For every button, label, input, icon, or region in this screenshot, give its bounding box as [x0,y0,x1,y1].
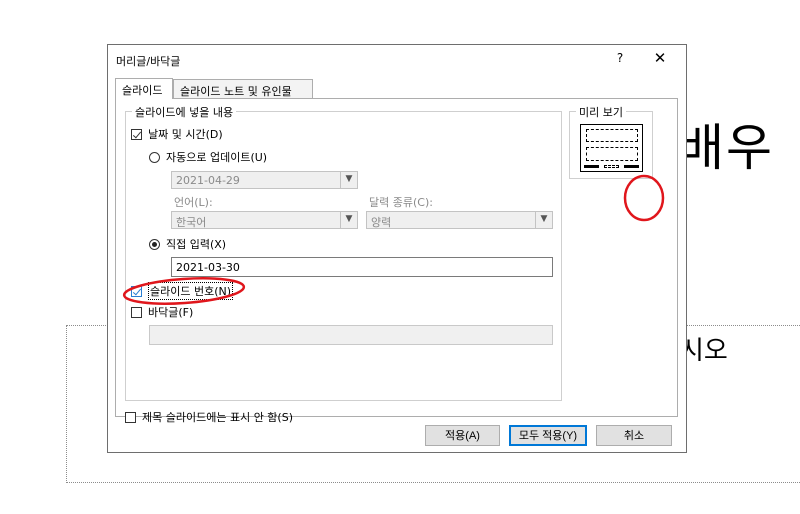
language-label: 언어(L): [174,196,213,209]
fixed-radio[interactable] [149,238,160,250]
fixed-option[interactable]: 직접 입력(X) [149,236,226,252]
tab-slide[interactable]: 슬라이드 [115,78,173,99]
auto-date-value: 2021-04-29 [176,174,240,187]
title-slide-checkbox[interactable] [125,411,136,423]
chevron-down-icon: ▼ [340,212,357,228]
auto-date-dropdown[interactable]: 2021-04-29 ▼ [171,171,358,189]
slide-title-fragment: 배우 [678,119,774,177]
help-button[interactable]: ? [610,51,630,69]
preview-page [580,124,643,172]
include-group-label: 슬라이드에 넣을 내용 [132,104,237,120]
preview-title-placeholder [586,129,638,142]
fixed-date-input[interactable]: 2021-03-30 [171,257,553,277]
datetime-label: 날짜 및 시간(D) [148,128,223,141]
fixed-label: 직접 입력(X) [166,238,227,251]
preview-number-marker [624,165,639,168]
calendar-value: 양력 [371,216,392,229]
slide-number-checkbox[interactable] [131,285,142,297]
footer-input[interactable] [149,325,553,345]
language-dropdown[interactable]: 한국어 ▼ [171,211,358,229]
close-button[interactable]: ✕ [648,49,672,69]
header-footer-dialog: 머리글/바닥글 ? ✕ 슬라이드 슬라이드 노트 및 유인물 슬라이드에 넣을 … [107,44,687,453]
language-value: 한국어 [176,216,207,229]
auto-update-radio[interactable] [149,151,160,163]
slide-number-option[interactable]: 슬라이드 번호(N) [131,282,234,300]
auto-update-option[interactable]: 자동으로 업데이트(U) [149,149,267,165]
calendar-dropdown[interactable]: 양력 ▼ [366,211,553,229]
footer-checkbox[interactable] [131,306,142,318]
slide-tab-panel: 슬라이드에 넣을 내용 날짜 및 시간(D) 자동으로 업데이트(U) 2021… [115,98,678,424]
tab-notes-handouts[interactable]: 슬라이드 노트 및 유인물 [173,79,313,98]
preview-date-marker [584,165,599,168]
footer-option[interactable]: 바닥글(F) [131,304,193,320]
apply-button[interactable]: 적용(A) [425,425,500,446]
dialog-titlebar[interactable]: 머리글/바닥글 ? ✕ [108,45,686,73]
tab-notes-handouts-label: 슬라이드 노트 및 유인물 [180,85,292,98]
chevron-down-icon: ▼ [340,172,357,188]
datetime-checkbox[interactable] [131,128,142,140]
title-slide-option[interactable]: 제목 슬라이드에는 표시 안 함(S) [125,409,293,425]
auto-update-label: 자동으로 업데이트(U) [166,151,268,164]
cancel-button[interactable]: 취소 [596,425,672,446]
slide-number-label: 슬라이드 번호(N) [148,282,234,300]
footer-label: 바닥글(F) [148,306,194,319]
apply-all-button[interactable]: 모두 적용(Y) [509,425,587,446]
tab-slide-label: 슬라이드 [122,84,163,97]
title-slide-label: 제목 슬라이드에는 표시 안 함(S) [142,411,293,424]
preview-group: 미리 보기 [569,104,653,179]
calendar-label: 달력 종류(C): [369,196,433,209]
preview-body-placeholder [586,147,638,161]
slide-subtitle-fragment: 시오 [680,336,728,366]
preview-label: 미리 보기 [576,104,626,120]
datetime-option[interactable]: 날짜 및 시간(D) [131,126,223,142]
dialog-title: 머리글/바닥글 [116,55,181,68]
chevron-down-icon: ▼ [535,212,552,228]
preview-footer-marker [604,165,619,168]
